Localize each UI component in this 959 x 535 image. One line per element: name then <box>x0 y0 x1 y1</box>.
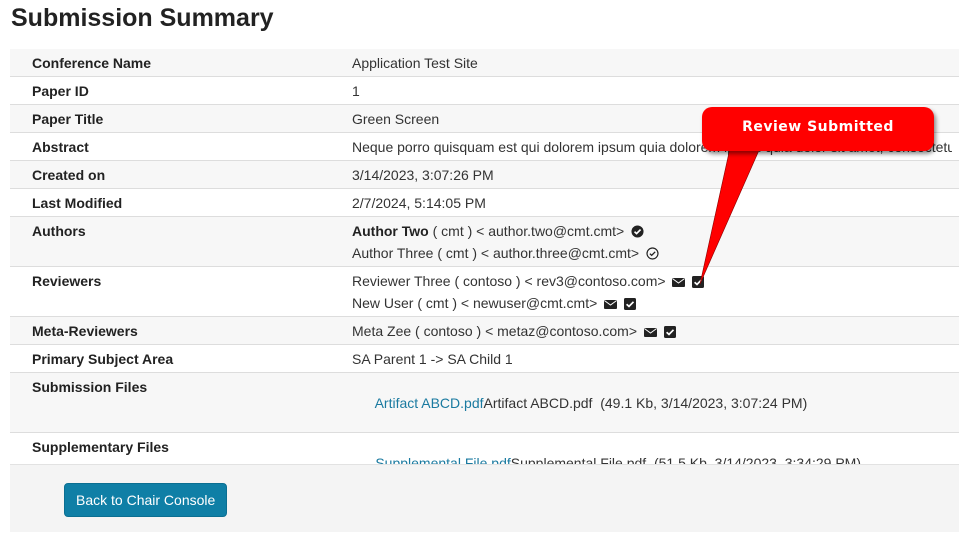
author-name: Author Three <box>352 245 434 261</box>
reviewer-email: < newuser@cmt.cmt> <box>460 295 598 311</box>
label-abstract: Abstract <box>10 132 352 161</box>
author-name: Author Two <box>352 223 429 239</box>
meta-reviewer-org: ( contoso ) <box>411 323 486 339</box>
checkbox-checked-icon <box>692 276 705 288</box>
reviewer-item: New User ( cmt ) < newuser@cmt.cmt> <box>352 295 959 311</box>
label-paper-title: Paper Title <box>10 104 352 133</box>
row-conference-name: Conference Name Application Test Site <box>10 49 959 77</box>
row-last-modified: Last Modified 2/7/2024, 5:14:05 PM <box>10 188 959 217</box>
reviewer-item: Reviewer Three ( contoso ) < rev3@contos… <box>352 273 959 295</box>
reviewer-org: ( cmt ) <box>413 295 461 311</box>
value-last-modified: 2/7/2024, 5:14:05 PM <box>352 188 959 217</box>
label-authors: Authors <box>10 216 352 267</box>
row-reviewers: Reviewers Reviewer Three ( contoso ) < r… <box>10 266 959 317</box>
meta-reviewer-name: Meta Zee <box>352 323 412 339</box>
checkbox-checked-icon <box>624 298 637 310</box>
checkbox-checked-icon <box>663 326 676 338</box>
row-paper-id: Paper ID 1 <box>10 76 959 105</box>
row-primary-subject-area: Primary Subject Area SA Parent 1 -> SA C… <box>10 344 959 373</box>
value-meta-reviewers: Meta Zee ( contoso ) < metaz@contoso.com… <box>352 316 959 345</box>
label-reviewers: Reviewers <box>10 266 352 317</box>
envelope-icon[interactable] <box>604 299 618 310</box>
author-org: ( cmt ) <box>433 245 481 261</box>
row-created-on: Created on 3/14/2023, 3:07:26 PM <box>10 160 959 189</box>
author-email: < author.two@cmt.cmt> <box>476 223 625 239</box>
reviewer-name: New User <box>352 295 414 311</box>
check-circle-filled-icon <box>631 225 644 238</box>
envelope-icon[interactable] <box>643 327 657 338</box>
review-submitted-callout: Review Submitted <box>702 107 934 151</box>
value-authors: Author Two ( cmt ) < author.two@cmt.cmt>… <box>352 216 959 267</box>
value-conference-name: Application Test Site <box>352 49 959 77</box>
back-to-chair-console-button[interactable]: Back to Chair Console <box>64 483 228 517</box>
label-last-modified: Last Modified <box>10 188 352 217</box>
page-title: Submission Summary <box>11 4 274 32</box>
reviewer-email: < rev3@contoso.com> <box>524 273 666 289</box>
submission-file-name: Artifact ABCD.pdf <box>483 395 593 411</box>
label-paper-id: Paper ID <box>10 76 352 105</box>
label-primary-subject-area: Primary Subject Area <box>10 344 352 373</box>
meta-reviewer-email: < metaz@contoso.com> <box>485 323 638 339</box>
value-submission-files: Artifact ABCD.pdfArtifact ABCD.pdf (49.1… <box>352 372 959 433</box>
row-authors: Authors Author Two ( cmt ) < author.two@… <box>10 216 959 267</box>
label-created-on: Created on <box>10 160 352 189</box>
row-submission-files: Submission Files Artifact ABCD.pdfArtifa… <box>10 372 959 433</box>
value-reviewers: Reviewer Three ( contoso ) < rev3@contos… <box>352 266 959 317</box>
value-created-on: 3/14/2023, 3:07:26 PM <box>352 160 959 189</box>
author-org: ( cmt ) <box>428 223 477 239</box>
value-paper-id: 1 <box>352 76 959 105</box>
submission-file-meta: (49.1 Kb, 3/14/2023, 3:07:24 PM) <box>592 395 808 411</box>
label-submission-files: Submission Files <box>10 372 352 433</box>
reviewer-name: Reviewer Three <box>352 273 451 289</box>
author-item: Author Three ( cmt ) < author.three@cmt.… <box>352 245 959 261</box>
author-email: < author.three@cmt.cmt> <box>480 245 640 261</box>
value-primary-subject-area: SA Parent 1 -> SA Child 1 <box>352 344 959 373</box>
check-circle-outline-icon <box>646 247 659 260</box>
submission-file-link[interactable]: Artifact ABCD.pdf <box>375 395 484 411</box>
label-meta-reviewers: Meta-Reviewers <box>10 316 352 345</box>
envelope-icon[interactable] <box>672 277 686 288</box>
row-meta-reviewers: Meta-Reviewers Meta Zee ( contoso ) < me… <box>10 316 959 345</box>
reviewer-org: ( contoso ) <box>450 273 525 289</box>
footer-bar: Back to Chair Console <box>10 464 959 532</box>
author-item: Author Two ( cmt ) < author.two@cmt.cmt> <box>352 223 959 245</box>
label-conference-name: Conference Name <box>10 49 352 77</box>
